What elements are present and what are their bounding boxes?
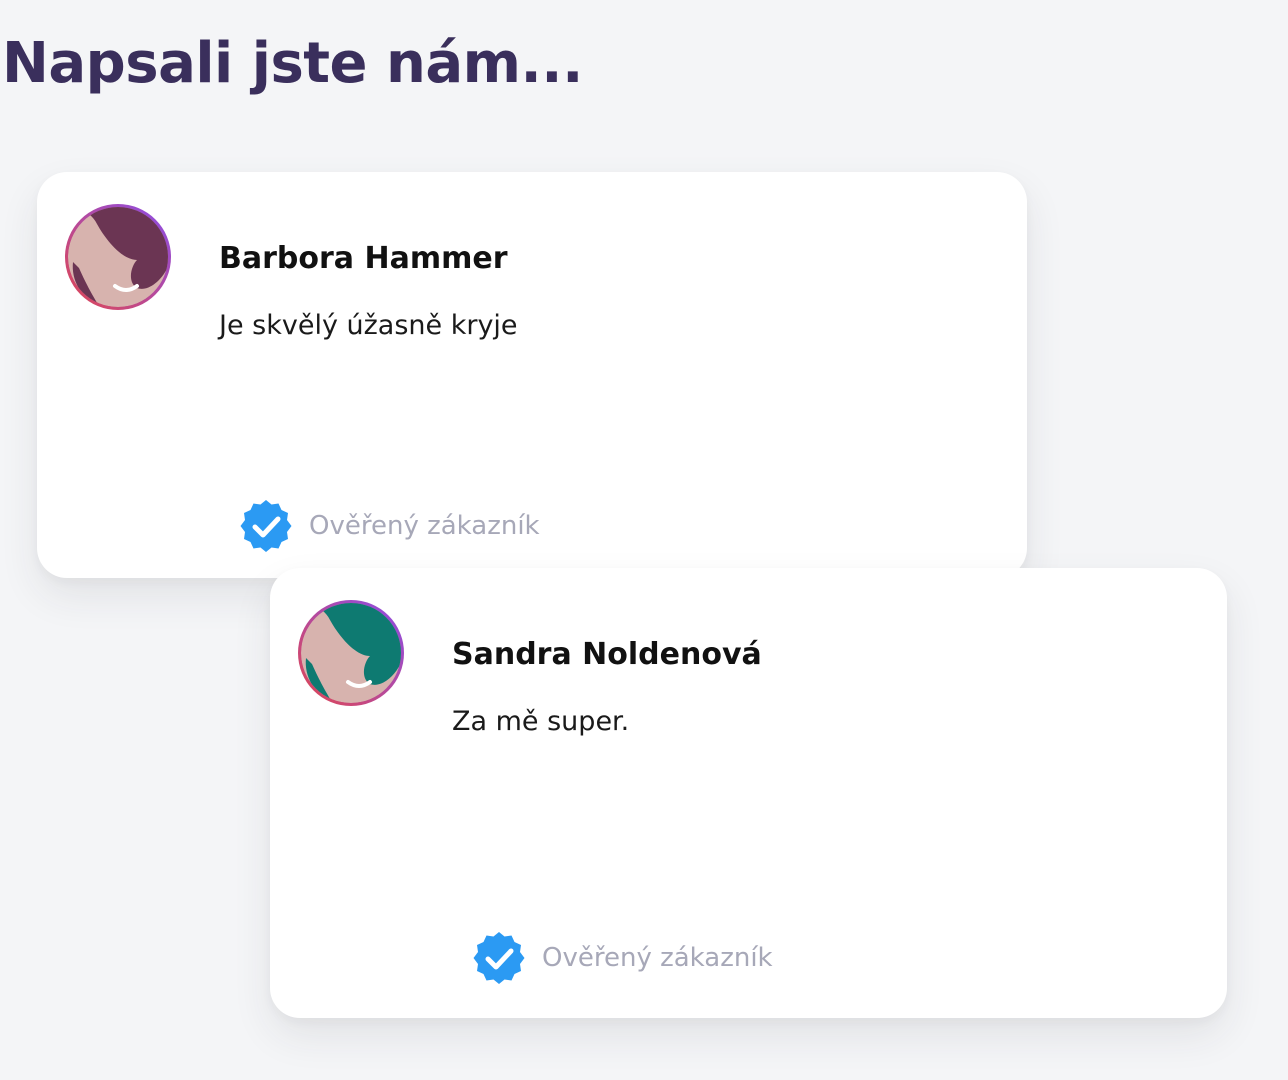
verified-customer-label: Ověřený zákazník (309, 511, 540, 541)
verified-check-icon (240, 500, 292, 552)
woman-avatar-icon (298, 600, 404, 706)
reviewer-name: Barbora Hammer (219, 241, 508, 276)
verified-check-icon (473, 932, 525, 984)
reviewer-name: Sandra Noldenová (452, 637, 762, 672)
verified-customer-label: Ověřený zákazník (542, 943, 773, 973)
verified-customer-badge: Ověřený zákazník (471, 930, 773, 986)
verified-customer-badge: Ověřený zákazník (238, 498, 540, 554)
avatar (63, 202, 173, 312)
review-text: Je skvělý úžasně kryje (219, 310, 518, 341)
avatar (296, 598, 406, 708)
page-title: Napsali jste nám... (2, 31, 583, 96)
woman-avatar-icon (65, 204, 171, 310)
review-text: Za mě super. (452, 706, 630, 737)
review-card: Sandra Noldenová Za mě super. Ověřený zá… (270, 568, 1227, 1018)
review-card: Barbora Hammer Je skvělý úžasně kryje Ov… (37, 172, 1027, 578)
